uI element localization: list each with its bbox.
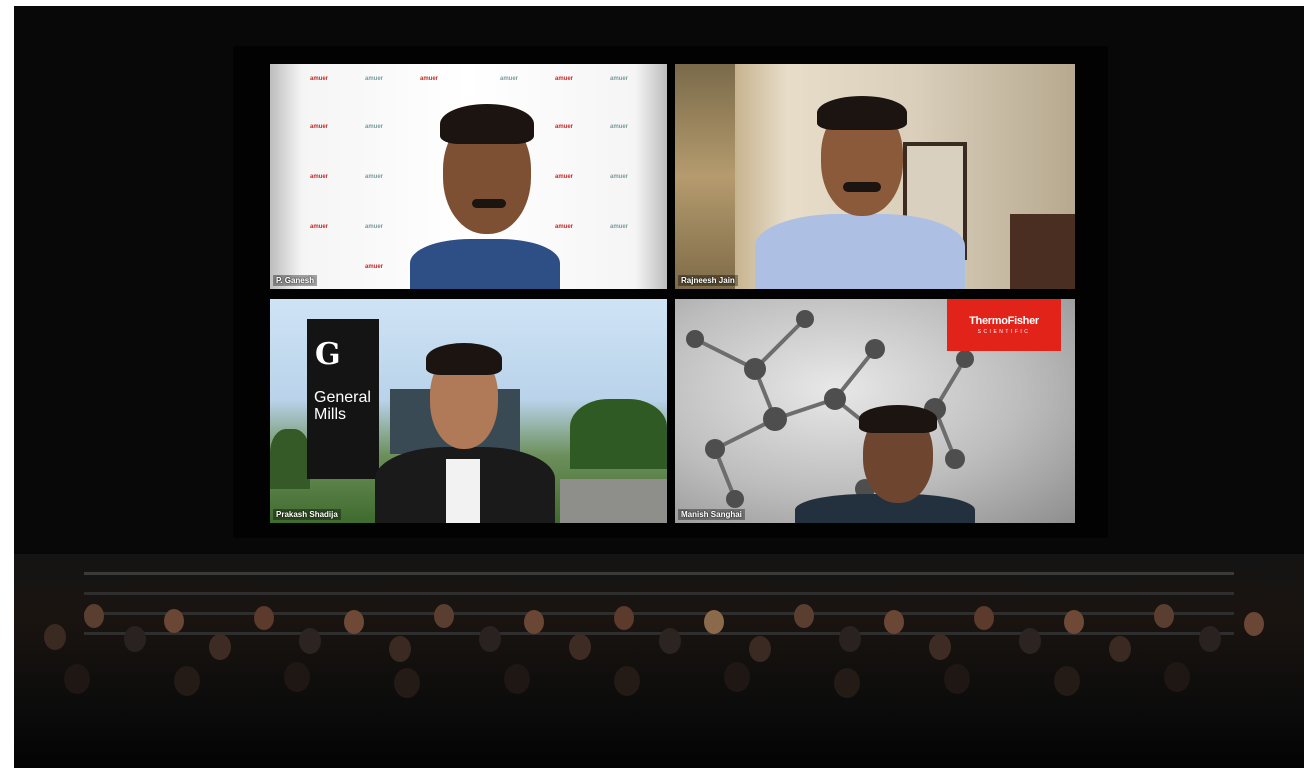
trees (270, 429, 310, 489)
general-mills-logo: G (315, 337, 341, 372)
backdrop-logo: amuer (420, 76, 439, 82)
thermofisher-logo-subtext: SCIENTIFIC (977, 329, 1031, 335)
participant-name-label: Manish Sanghai (678, 509, 745, 520)
backdrop-logo: amuer (555, 76, 574, 82)
backdrop-logo: amuer (310, 124, 329, 130)
wall-panel (675, 64, 735, 289)
backdrop-logo: amuer (310, 174, 329, 180)
backdrop-logo: amuer (365, 224, 384, 230)
backdrop-logo: amuer (610, 224, 629, 230)
trees (570, 399, 667, 469)
backdrop-logo: amuer (555, 124, 574, 130)
participant-name-label: P. Ganesh (273, 275, 318, 286)
road (560, 479, 667, 523)
participant-name-label: Prakash Shadija (273, 509, 341, 520)
backdrop-logo: amuer (610, 124, 629, 130)
backdrop-logo: amuer (310, 76, 329, 82)
video-grid: amuer amuer amuer amuer amuer amuer amue… (233, 46, 1108, 538)
backdrop-logo: amuer (555, 224, 574, 230)
general-mills-sign: G General Mills (307, 319, 379, 479)
backdrop-logo: amuer (365, 76, 384, 82)
video-tile-p-ganesh[interactable]: amuer amuer amuer amuer amuer amuer amue… (270, 64, 667, 289)
backdrop-logo: amuer (365, 124, 384, 130)
backdrop-logo: amuer (365, 174, 384, 180)
thermofisher-logo: ThermoFisher SCIENTIFIC (947, 299, 1061, 351)
video-tile-manish-sanghai[interactable]: ThermoFisher SCIENTIFIC Manish Sanghai (675, 299, 1075, 523)
backdrop-logo: amuer (310, 224, 329, 230)
video-tile-prakash-shadija[interactable]: G General Mills Prakash Shadija (270, 299, 667, 523)
general-mills-text: General Mills (314, 389, 371, 423)
thermofisher-logo-text: ThermoFisher (969, 315, 1039, 327)
backdrop-logo: amuer (610, 174, 629, 180)
backdrop-logo: amuer (610, 76, 629, 82)
backdrop-logo: amuer (500, 76, 519, 82)
backdrop-logo: amuer (365, 264, 384, 270)
furniture (1010, 214, 1075, 289)
audience-seating (14, 554, 1304, 768)
video-tile-rajneesh-jain[interactable]: Rajneesh Jain (675, 64, 1075, 289)
participant-name-label: Rajneesh Jain (678, 275, 738, 286)
presentation-frame: amuer amuer amuer amuer amuer amuer amue… (14, 6, 1304, 768)
backdrop-logo: amuer (555, 174, 574, 180)
